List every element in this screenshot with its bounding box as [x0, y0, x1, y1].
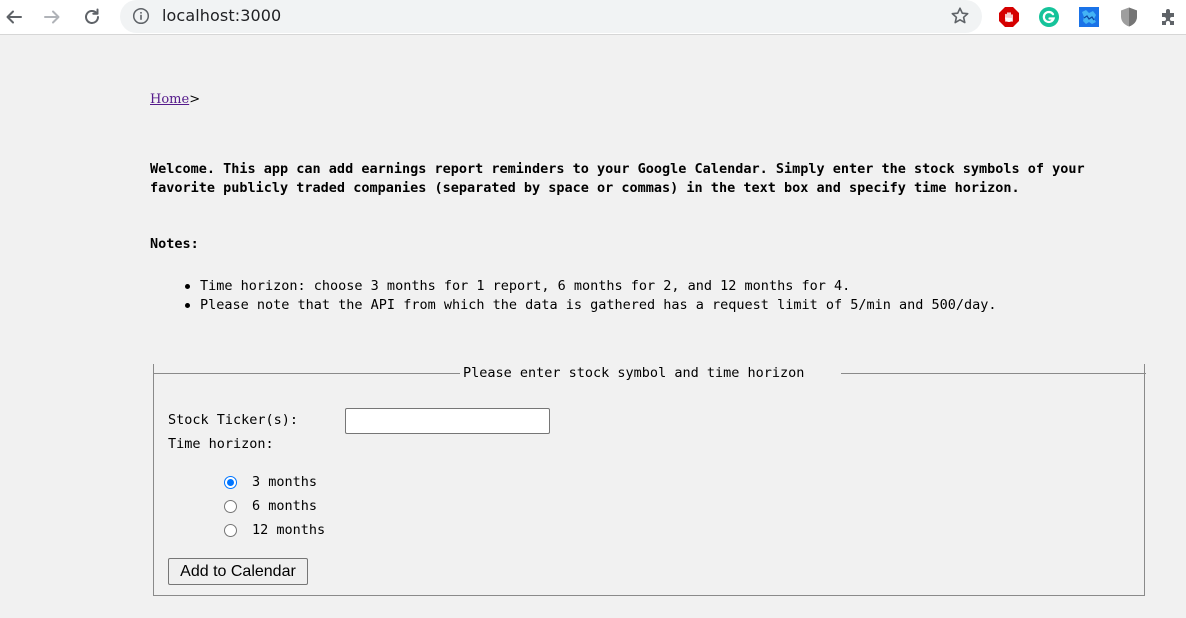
back-arrow-icon[interactable]	[0, 3, 28, 31]
browser-toolbar: localhost:3000	[0, 0, 1186, 35]
radio-button[interactable]	[224, 475, 237, 489]
grammarly-icon[interactable]	[1038, 6, 1060, 28]
note-item: Please note that the API from which the …	[185, 297, 997, 313]
breadcrumb-separator: >	[189, 92, 201, 107]
address-bar[interactable]: localhost:3000	[120, 0, 982, 33]
radio-label: 3 months	[252, 474, 318, 490]
notes-title: Notes:	[150, 236, 199, 252]
radio-button[interactable]	[224, 499, 237, 513]
radio-label: 6 months	[252, 498, 318, 514]
adblock-icon[interactable]	[998, 6, 1020, 28]
extensions-puzzle-icon[interactable]	[1158, 6, 1180, 28]
fieldset-border	[841, 373, 1146, 374]
radio-label: 12 months	[252, 522, 326, 538]
radio-option-6-months[interactable]: 6 months	[224, 498, 317, 514]
info-icon[interactable]	[132, 7, 150, 25]
radio-button[interactable]	[224, 523, 237, 537]
shield-extension-icon[interactable]	[1118, 6, 1140, 28]
url-text[interactable]: localhost:3000	[162, 6, 281, 25]
form-legend: Please enter stock symbol and time horiz…	[463, 365, 805, 381]
star-icon[interactable]	[950, 6, 970, 26]
forward-arrow-icon[interactable]	[38, 3, 66, 31]
stock-ticker-input[interactable]	[345, 408, 550, 434]
welcome-text: Welcome. This app can add earnings repor…	[150, 161, 1085, 196]
breadcrumb-home-link[interactable]: Home	[150, 92, 189, 107]
breadcrumb: Home>	[150, 92, 200, 107]
radio-option-12-months[interactable]: 12 months	[224, 522, 325, 538]
add-to-calendar-button[interactable]: Add to Calendar	[168, 558, 308, 585]
time-horizon-label: Time horizon:	[168, 436, 274, 452]
note-item: Time horizon: choose 3 months for 1 repo…	[185, 277, 997, 296]
reload-icon[interactable]	[78, 3, 106, 31]
notes-list: Time horizon: choose 3 months for 1 repo…	[185, 277, 997, 315]
puzzle-blue-extension-icon[interactable]	[1078, 6, 1100, 28]
fieldset-border	[153, 373, 460, 374]
stock-ticker-label: Stock Ticker(s):	[168, 412, 299, 428]
radio-option-3-months[interactable]: 3 months	[224, 474, 317, 490]
